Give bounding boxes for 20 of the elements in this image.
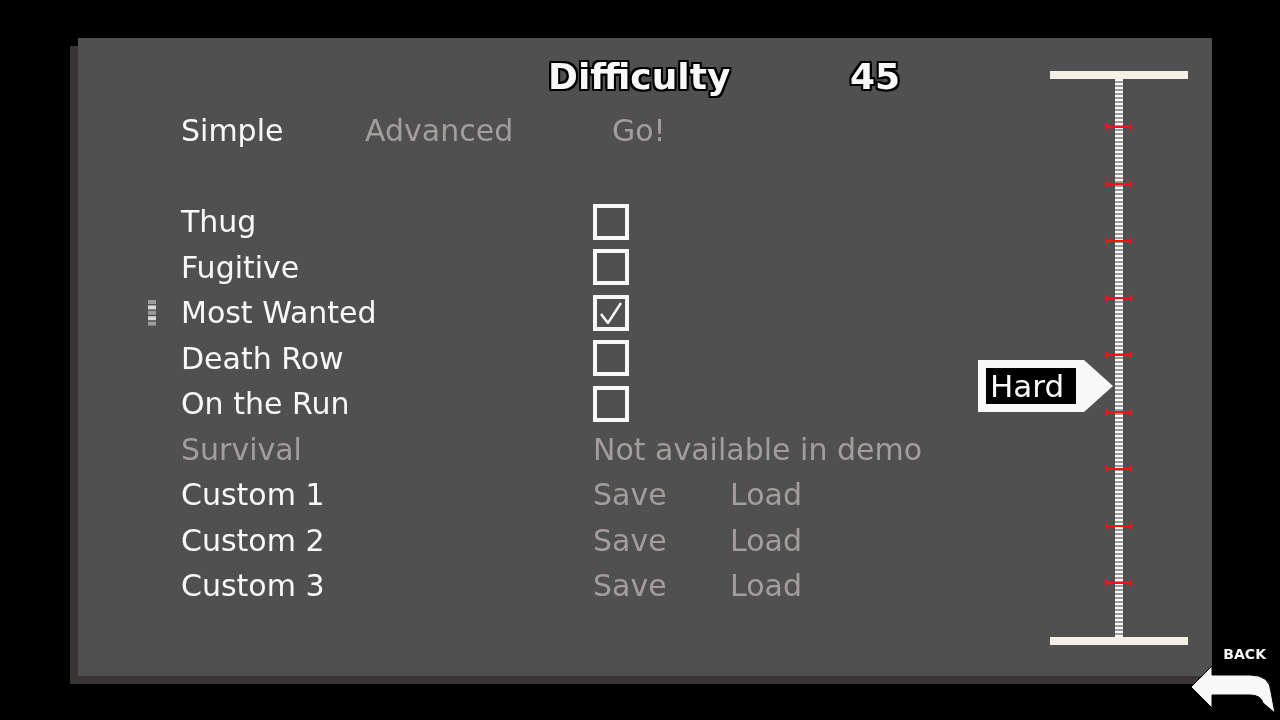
difficulty-option[interactable]: On the Run (181, 381, 350, 427)
checkbox[interactable] (593, 340, 629, 377)
difficulty-option[interactable]: Most Wanted (181, 290, 377, 336)
difficulty-label: Hard (978, 359, 1084, 412)
screen-title: Difficulty (548, 55, 732, 99)
checkbox[interactable] (593, 249, 629, 286)
checkmark-icon (600, 301, 622, 324)
difficulty-option[interactable]: Custom 1 (181, 472, 325, 518)
difficulty-option[interactable]: Thug (181, 199, 257, 245)
difficulty-option[interactable]: Custom 3 (181, 563, 325, 609)
back-button[interactable]: BACK (1190, 646, 1276, 714)
checkbox[interactable] (593, 203, 629, 240)
mode-tab[interactable]: Simple (181, 108, 284, 153)
difficulty-option[interactable]: Custom 2 (181, 517, 325, 563)
checkbox[interactable] (593, 385, 629, 422)
unavailable-note: Not available in demo (593, 430, 922, 469)
difficulty-value: 45 (850, 55, 901, 99)
checkbox[interactable] (593, 294, 629, 331)
difficulty-option[interactable]: Fugitive (181, 244, 300, 290)
difficulty-option[interactable]: Death Row (181, 335, 344, 381)
